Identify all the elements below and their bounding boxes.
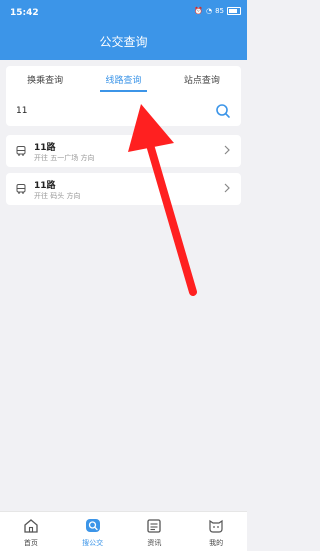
tab-route-query[interactable]: 线路查询 [84, 73, 162, 92]
tab-bar: 换乘查询 线路查询 站点查询 [6, 66, 241, 92]
battery-icon [227, 7, 241, 15]
route-direction: 开往 码头 方向 [34, 192, 81, 200]
route-name: 11路 [34, 143, 56, 153]
tab-transfer-query[interactable]: 换乘查询 [6, 73, 84, 92]
nav-label: 首页 [23, 539, 38, 547]
nav-label: 我的 [209, 539, 224, 547]
nav-bus-search[interactable]: 搜公交 [62, 512, 124, 551]
alarm-icon: ⏰ [194, 7, 203, 15]
app-header: 15:42 ⏰ ◔ 85 公交查询 [0, 0, 247, 60]
wifi-icon: ◔ [205, 7, 213, 15]
status-time: 15:42 [10, 8, 39, 18]
home-icon [24, 519, 38, 533]
bottom-nav: 首页 搜公交 资讯 我的 [0, 511, 247, 551]
tab-stop-query[interactable]: 站点查询 [163, 73, 241, 92]
route-direction: 开往 五一广场 方向 [34, 154, 95, 162]
nav-label: 资讯 [147, 539, 162, 547]
nav-label: 搜公交 [82, 539, 104, 547]
battery-level: 85 [215, 7, 224, 15]
bus-search-icon [85, 519, 100, 532]
route-name: 11路 [34, 181, 56, 191]
status-bar: 15:42 ⏰ ◔ 85 [0, 0, 247, 26]
search-icon[interactable] [215, 103, 231, 119]
search-input[interactable]: 11 [6, 99, 241, 123]
page-title: 公交查询 [99, 35, 148, 49]
chevron-right-icon [224, 183, 230, 193]
chevron-right-icon [224, 145, 230, 155]
news-icon [147, 519, 162, 533]
bus-icon [16, 146, 26, 156]
nav-profile[interactable]: 我的 [185, 512, 247, 551]
status-icons: ⏰ ◔ 85 [194, 7, 241, 15]
search-input-value: 11 [16, 106, 28, 116]
route-result-item[interactable]: 11路 开往 码头 方向 [6, 173, 241, 205]
search-panel: 换乘查询 线路查询 站点查询 11 [6, 66, 241, 126]
bus-icon [16, 184, 26, 194]
nav-home[interactable]: 首页 [0, 512, 62, 551]
profile-icon [209, 519, 223, 533]
nav-news[interactable]: 资讯 [124, 512, 186, 551]
route-result-item[interactable]: 11路 开往 五一广场 方向 [6, 135, 241, 167]
